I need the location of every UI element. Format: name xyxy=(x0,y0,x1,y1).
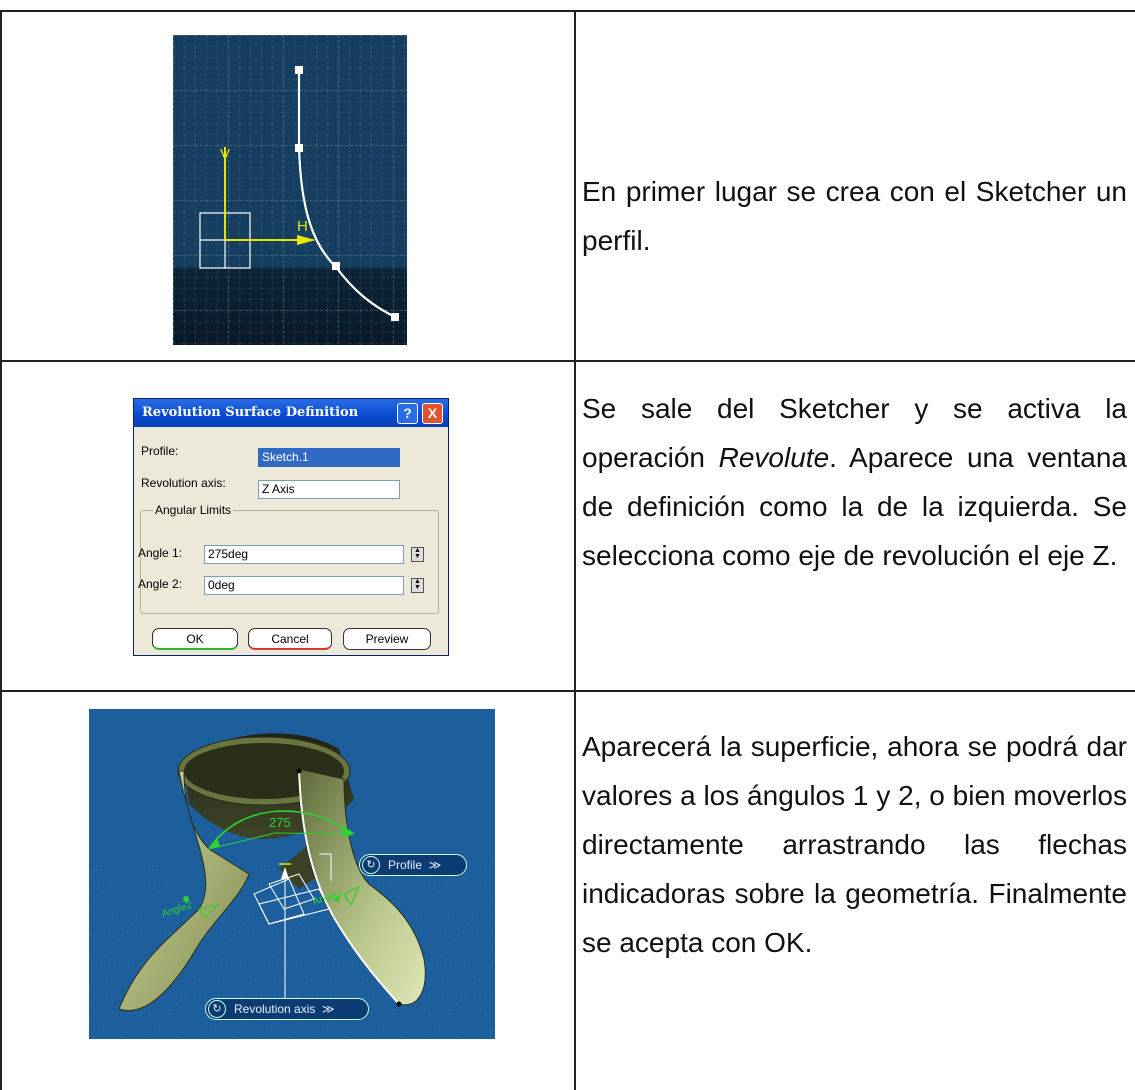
profile-point xyxy=(295,66,303,74)
angle2-spinner[interactable]: ▲ ▼ xyxy=(411,578,424,593)
table-border-left xyxy=(0,10,2,1090)
revolute-term: Revolute xyxy=(718,442,830,473)
sketch-canvas: V H xyxy=(173,35,407,345)
expand-icon: ≫ xyxy=(428,858,442,872)
axis-badge-label: Revolution axis xyxy=(234,1002,316,1016)
preview-button[interactable]: Preview xyxy=(343,628,431,650)
row2-paragraph: Se sale del Sketcher y se activa la oper… xyxy=(582,384,1127,580)
profile-label: Profile: xyxy=(141,444,179,458)
profile-point xyxy=(391,313,399,321)
row1-paragraph: En primer lugar se crea con el Sketcher … xyxy=(582,176,1127,256)
row-divider-2 xyxy=(0,690,1135,692)
profile-icon: ↻ xyxy=(362,856,380,874)
cancel-button[interactable]: Cancel xyxy=(248,628,332,650)
v-axis-label: V xyxy=(220,146,230,163)
row2-text: Se sale del Sketcher y se activa la oper… xyxy=(582,384,1127,580)
h-axis-label: H xyxy=(297,218,308,235)
profile-badge[interactable]: ↻ Profile ≫ xyxy=(359,854,467,876)
expand-icon: ≫ xyxy=(322,1002,335,1016)
row-divider-1 xyxy=(0,360,1135,362)
dialog-titlebar[interactable]: Revolution Surface Definition ? X xyxy=(134,399,448,427)
row1-text: En primer lugar se crea con el Sketcher … xyxy=(582,167,1127,265)
profile-field[interactable]: Sketch.1 xyxy=(258,448,400,467)
sketch-image: V H xyxy=(173,35,407,345)
revolution-viewport: 275 Angle2 Angle1 ↻ Profile ≫ ↻ Revoluti… xyxy=(89,709,495,1039)
angle1-spinner[interactable]: ▲ ▼ xyxy=(411,547,424,562)
profile-badge-label: Profile xyxy=(388,858,423,872)
angle1-field[interactable]: 275deg xyxy=(204,545,404,564)
row3-text: Aparecerá la superficie, ahora se podrá … xyxy=(582,722,1127,967)
row3-paragraph: Aparecerá la superficie, ahora se podrá … xyxy=(582,731,1127,958)
dialog-title: Revolution Surface Definition xyxy=(142,405,359,420)
help-button[interactable]: ? xyxy=(397,403,418,424)
revolution-axis-label: Revolution axis: xyxy=(141,476,226,490)
revolution-surface-dialog: Revolution Surface Definition ? X Profil… xyxy=(133,398,449,656)
ok-button[interactable]: OK xyxy=(152,628,238,650)
angle1-label: Angle 1: xyxy=(138,546,183,560)
angle-dimension: 275 xyxy=(269,815,291,830)
table-border-top xyxy=(0,10,1135,12)
angle2-field[interactable]: 0deg xyxy=(204,576,404,595)
profile-point xyxy=(332,262,340,270)
revolution-axis-badge[interactable]: ↻ Revolution axis ≫ xyxy=(205,998,369,1020)
close-button[interactable]: X xyxy=(422,403,443,424)
table-border-middle xyxy=(574,10,576,1090)
angle2-label: Angle 2: xyxy=(138,577,183,591)
axis-icon: ↻ xyxy=(208,1000,226,1018)
revolution-axis-field[interactable]: Z Axis xyxy=(258,480,400,499)
angular-limits-label: Angular Limits xyxy=(153,503,234,517)
profile-point xyxy=(295,144,303,152)
